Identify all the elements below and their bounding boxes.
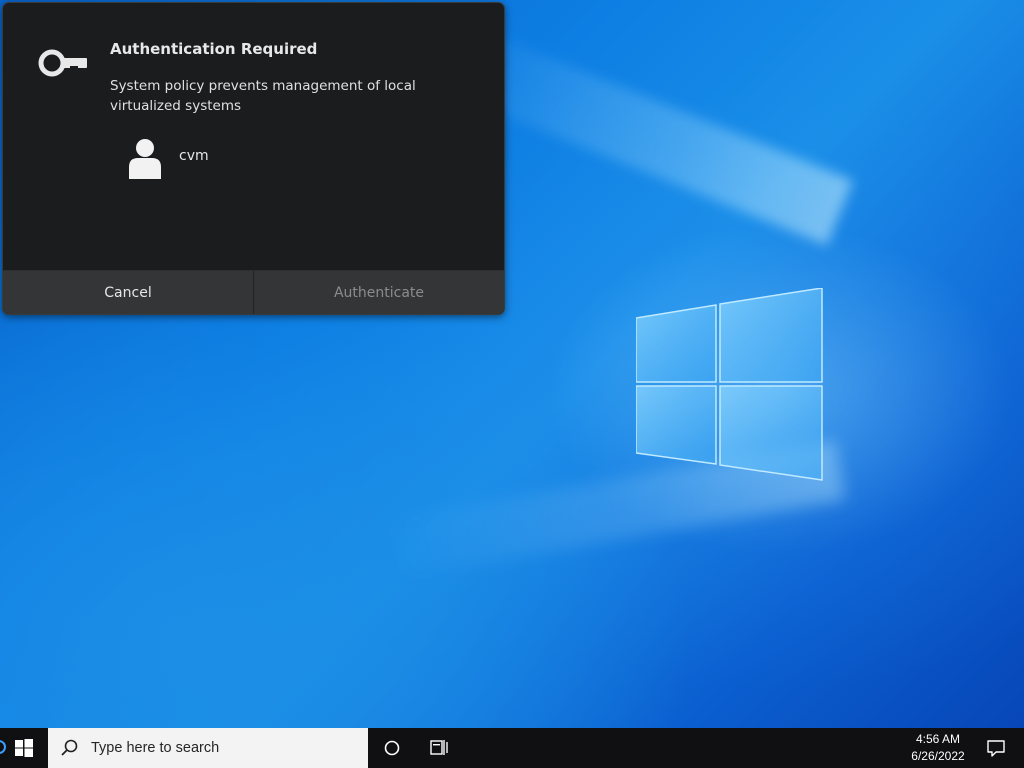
key-icon xyxy=(38,49,87,77)
search-input[interactable] xyxy=(89,739,353,757)
dialog-title: Authentication Required xyxy=(110,40,318,58)
notification-center-button[interactable] xyxy=(976,728,1016,768)
windows-logo-wallpaper xyxy=(636,288,823,481)
search-icon xyxy=(61,739,78,756)
notification-icon xyxy=(987,740,1005,757)
windows-start-icon xyxy=(15,739,33,757)
user-avatar-icon xyxy=(129,139,161,179)
cortana-button[interactable] xyxy=(368,728,416,768)
system-clock[interactable]: 4:56 AM 6/26/2022 xyxy=(895,731,981,765)
authentication-dialog: Authentication Required System policy pr… xyxy=(2,2,505,315)
clock-time: 4:56 AM xyxy=(915,732,961,746)
user-name: cvm xyxy=(179,148,209,164)
authenticate-button[interactable]: Authenticate xyxy=(254,271,504,314)
taskbar: 4:56 AM 6/26/2022 xyxy=(0,728,1024,768)
task-view-button[interactable] xyxy=(416,728,464,768)
clock-date: 6/26/2022 xyxy=(911,749,965,763)
cancel-button[interactable]: Cancel xyxy=(3,271,254,314)
cortana-icon xyxy=(384,740,400,756)
dialog-button-row: Cancel Authenticate xyxy=(3,270,504,314)
dialog-message: System policy prevents management of loc… xyxy=(110,78,416,114)
taskbar-search-box[interactable] xyxy=(48,728,368,768)
start-button[interactable] xyxy=(0,728,48,768)
task-view-icon xyxy=(430,740,448,755)
